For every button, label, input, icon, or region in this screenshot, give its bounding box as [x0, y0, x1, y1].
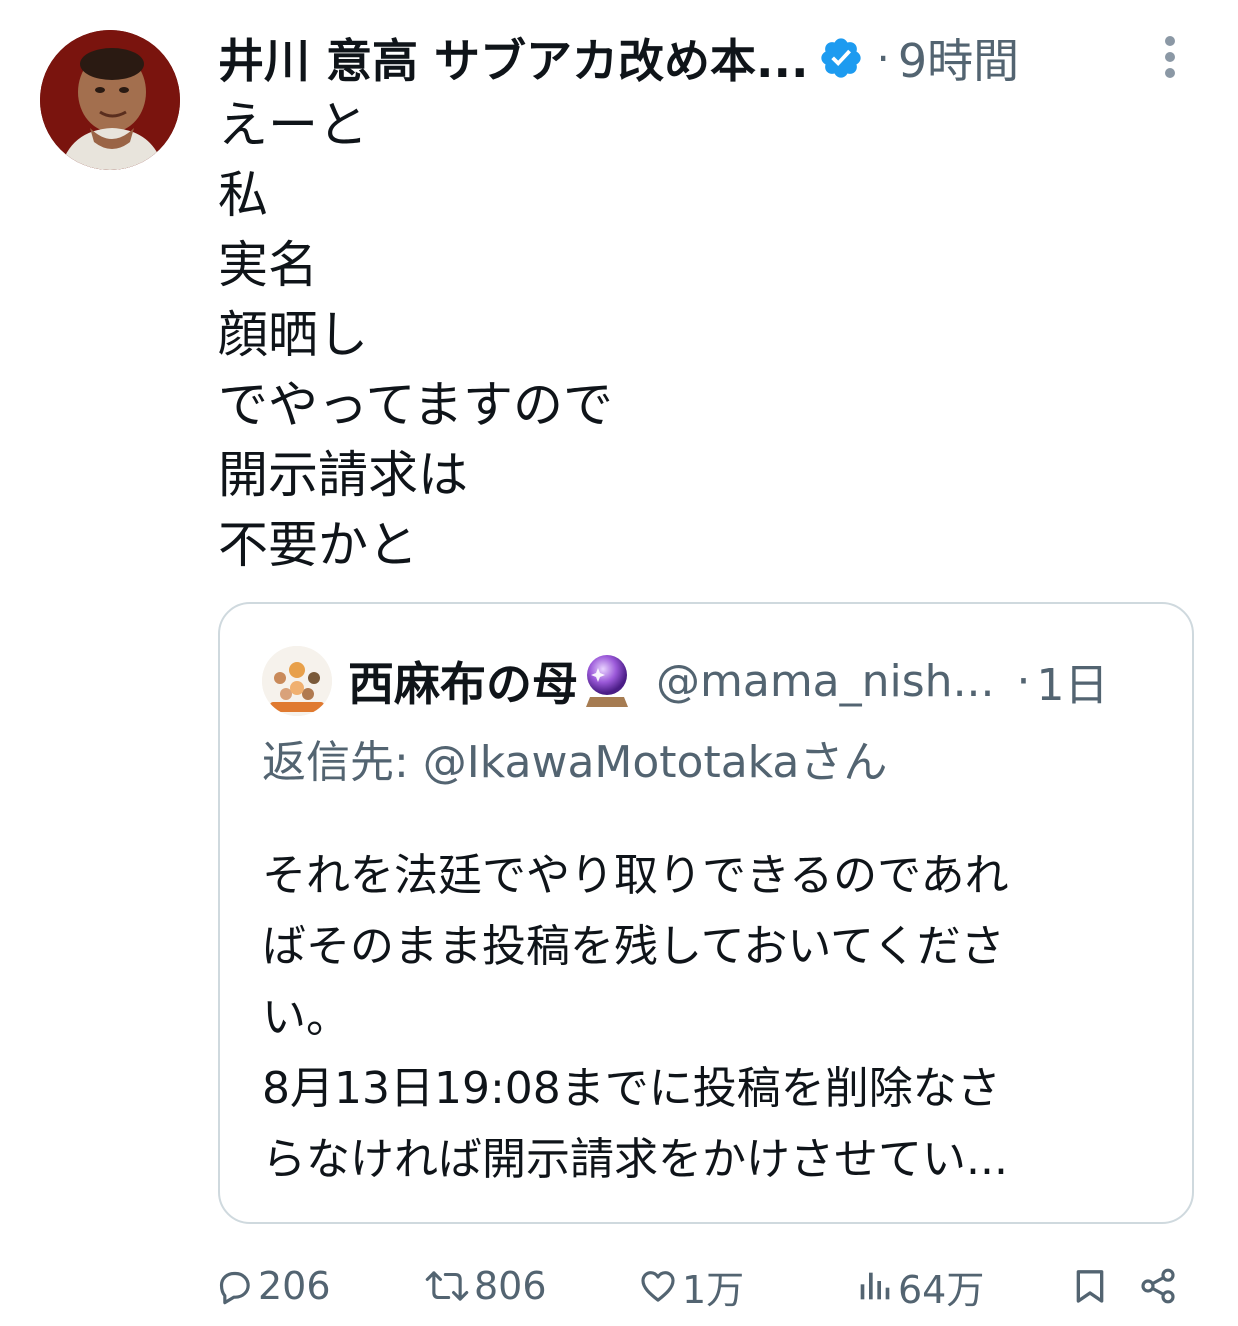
verified-badge-icon[interactable]: [818, 35, 864, 81]
separator-dot: ·: [1016, 655, 1031, 707]
quoted-tweet-card[interactable]: 西麻布の母 @mama_nish... · 1日 返信先: @IkawaMoto…: [218, 602, 1194, 1224]
reply-to-label[interactable]: 返信先: @IkawaMototakaさん: [262, 726, 887, 790]
quoted-text-line: 8月13日19:08までに投稿を削除なさ: [262, 1063, 1001, 1114]
quoted-tweet-time[interactable]: 1日: [1037, 649, 1109, 713]
retweet-count: 806: [474, 1264, 547, 1308]
quoted-text-line: それを法廷でやり取りできるのであれ: [262, 850, 1009, 901]
quoted-author-name[interactable]: 西麻布の母: [348, 648, 578, 714]
bookmark-button[interactable]: [1070, 1258, 1110, 1314]
tweet-text-line: でやってますので: [218, 376, 613, 434]
views-button[interactable]: 64万: [854, 1258, 984, 1314]
retweet-button[interactable]: 806: [424, 1258, 547, 1314]
tweet-text: えーと 私 実名 顔晒し でやってますので 開示請求は 不要かと: [218, 90, 1178, 580]
quoted-tweet-text: それを法廷でやり取りできるのであれ ばそのまま投稿を残しておいてくださ い。 8…: [262, 840, 1162, 1195]
tweet-time[interactable]: 9時間: [898, 25, 1019, 91]
tweet-header: 井川 意高 サブアカ改め本... · 9時間: [218, 25, 1198, 91]
reply-icon: [214, 1266, 254, 1306]
quoted-text-line: い。: [262, 992, 350, 1043]
quoted-tweet-header: 西麻布の母 @mama_nish... · 1日: [348, 644, 1152, 718]
tweet-text-line: 実名: [218, 236, 318, 294]
tweet-text-line: 不要かと: [218, 516, 418, 574]
reply-count: 206: [258, 1264, 331, 1308]
tweet-text-line: えーと: [218, 96, 368, 154]
tweet-action-bar: 206 806 1万 64万: [214, 1258, 1194, 1314]
share-icon: [1138, 1266, 1178, 1306]
separator-dot: ·: [876, 33, 890, 83]
quoted-text-line: らなければ開示請求をかけさせてい...: [262, 1134, 1008, 1185]
heart-icon: [638, 1266, 678, 1306]
more-vertical-icon[interactable]: [1158, 34, 1182, 80]
crystal-ball-icon: [582, 653, 632, 709]
author-avatar[interactable]: [40, 30, 180, 170]
view-count: 64万: [898, 1267, 985, 1312]
tweet-text-line: 私: [218, 166, 268, 224]
bookmark-icon: [1070, 1266, 1110, 1306]
quoted-text-line: ばそのまま投稿を残しておいてくださ: [262, 921, 1005, 972]
retweet-icon: [424, 1266, 470, 1306]
views-icon: [854, 1266, 894, 1306]
quoted-author-handle[interactable]: @mama_nish...: [656, 656, 995, 707]
like-count: 1万: [682, 1267, 745, 1312]
author-name[interactable]: 井川 意高 サブアカ改め本...: [218, 25, 808, 91]
reply-button[interactable]: 206: [214, 1258, 331, 1314]
tweet-text-line: 開示請求は: [218, 446, 468, 504]
tweet-text-line: 顔晒し: [218, 306, 368, 364]
share-button[interactable]: [1138, 1258, 1178, 1314]
like-button[interactable]: 1万: [638, 1258, 744, 1314]
quoted-author-avatar[interactable]: [262, 646, 332, 716]
